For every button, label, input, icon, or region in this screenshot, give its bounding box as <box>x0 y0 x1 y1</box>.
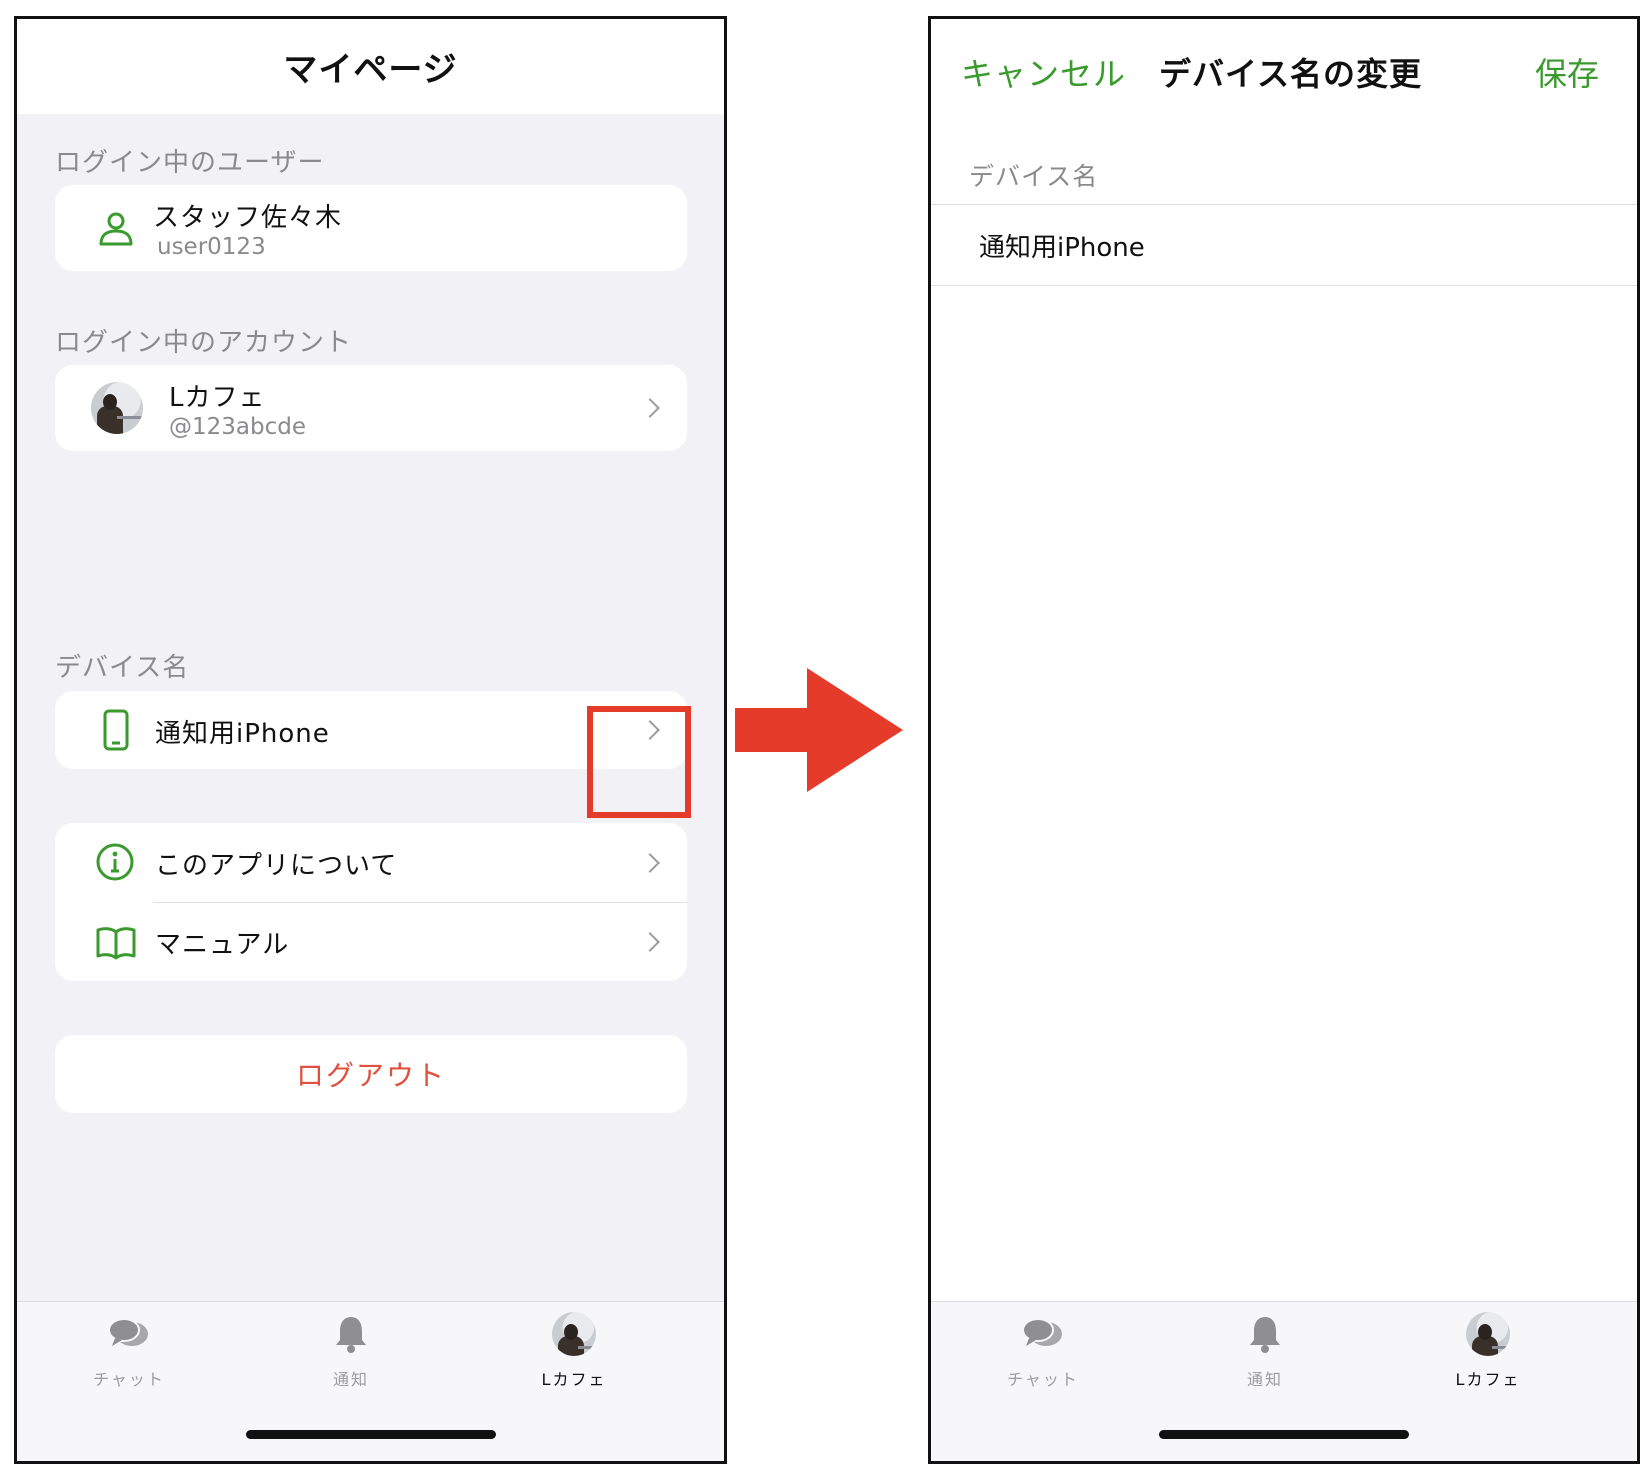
account-card[interactable]: Lカフェ @123abcde <box>55 365 687 451</box>
account-handle: @123abcde <box>169 414 306 440</box>
device-name: 通知用iPhone <box>155 719 330 749</box>
logout-button[interactable]: ログアウト <box>55 1035 687 1113</box>
user-card: スタッフ佐々木 user0123 <box>55 185 687 271</box>
tab-notifications[interactable]: 通知 <box>1205 1312 1325 1390</box>
tab-notifications[interactable]: 通知 <box>291 1312 411 1390</box>
chevron-right-icon <box>640 853 660 873</box>
book-icon <box>95 924 137 960</box>
info-icon <box>95 842 135 882</box>
tab-chat[interactable]: チャット <box>983 1312 1103 1390</box>
bell-icon <box>291 1312 411 1356</box>
tab-chat[interactable]: チャット <box>69 1312 189 1390</box>
user-name: スタッフ佐々木 <box>153 203 343 233</box>
cancel-button[interactable]: キャンセル <box>961 49 1126 95</box>
mypage-screen: マイページ ログイン中のユーザー スタッフ佐々木 user0123 ログイン中の… <box>14 16 727 1464</box>
user-id: user0123 <box>157 234 266 260</box>
arrow-right-icon <box>735 668 903 792</box>
device-name-input[interactable] <box>979 221 1579 269</box>
chevron-right-icon <box>640 398 660 418</box>
save-button[interactable]: 保存 <box>1535 49 1599 95</box>
tab-bar: チャット 通知 Lカフェ <box>17 1301 724 1461</box>
section-label-device: デバイス名 <box>55 653 190 683</box>
nav-bar: キャンセル デバイス名の変更 保存 <box>931 19 1637 124</box>
page-title: マイページ <box>283 50 458 90</box>
field-label: デバイス名 <box>969 162 1099 191</box>
home-indicator <box>1159 1430 1409 1439</box>
section-label-account: ログイン中のアカウント <box>55 328 353 358</box>
page-header: マイページ <box>17 19 724 114</box>
account-avatar <box>91 382 143 434</box>
logout-label: ログアウト <box>295 1059 446 1092</box>
person-icon <box>95 207 137 249</box>
chat-icon <box>983 1312 1103 1356</box>
highlight-box <box>587 706 691 818</box>
menu-item-label: このアプリについて <box>155 851 398 881</box>
tab-account[interactable]: Lカフェ <box>514 1312 634 1390</box>
account-name: Lカフェ <box>169 383 266 413</box>
phone-icon <box>103 709 129 751</box>
menu-card: このアプリについて マニュアル <box>55 823 687 981</box>
device-name-field <box>931 204 1637 286</box>
home-indicator <box>245 1430 496 1439</box>
rename-device-screen: キャンセル デバイス名の変更 保存 デバイス名 チャット <box>928 16 1640 1464</box>
avatar <box>1428 1312 1548 1356</box>
tab-bar: チャット 通知 Lカフェ <box>931 1301 1637 1461</box>
chevron-right-icon <box>640 932 660 952</box>
menu-item-label: マニュアル <box>155 930 290 960</box>
section-label-user: ログイン中のユーザー <box>55 148 325 178</box>
tab-account[interactable]: Lカフェ <box>1428 1312 1548 1390</box>
chat-icon <box>69 1312 189 1356</box>
bell-icon <box>1205 1312 1325 1356</box>
avatar <box>514 1312 634 1356</box>
menu-item-manual[interactable]: マニュアル <box>55 902 687 981</box>
menu-item-about[interactable]: このアプリについて <box>55 823 687 902</box>
page-title: デバイス名の変更 <box>1159 55 1423 93</box>
